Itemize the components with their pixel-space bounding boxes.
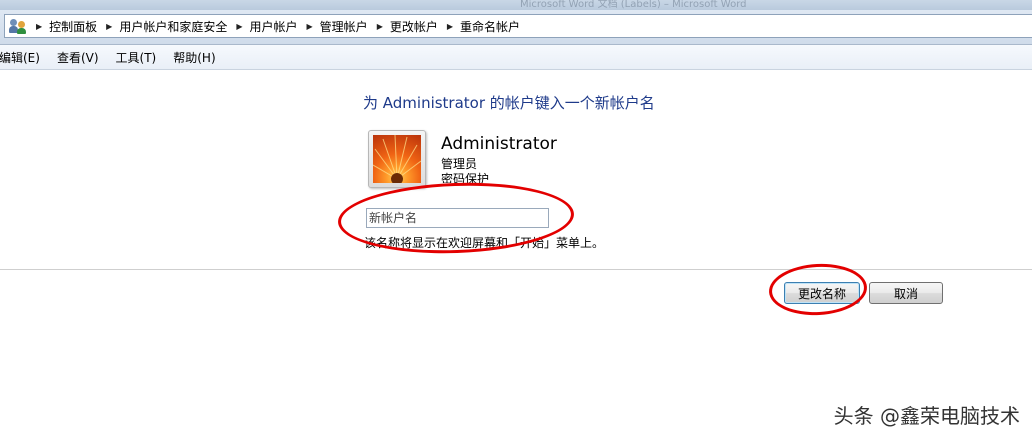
orange-flower-picture <box>373 135 421 183</box>
address-bar: ▶ 控制面板 ▶ 用户帐户和家庭安全 ▶ 用户帐户 ▶ 管理帐户 ▶ 更改帐户 … <box>0 10 1032 45</box>
account-name: Administrator <box>441 134 557 154</box>
breadcrumb[interactable]: ▶ 控制面板 ▶ 用户帐户和家庭安全 ▶ 用户帐户 ▶ 管理帐户 ▶ 更改帐户 … <box>4 14 1032 38</box>
breadcrumb-item-rename-account[interactable]: ▶ 重命名帐户 <box>438 18 520 35</box>
page-title: 为 Administrator 的帐户键入一个新帐户名 <box>363 94 655 112</box>
menu-help[interactable]: 帮助(H) <box>173 49 215 66</box>
watermark: 头条 @鑫荣电脑技术 <box>833 404 1020 428</box>
account-password-status: 密码保护 <box>441 172 490 183</box>
chevron-right-icon[interactable]: ▶ <box>106 22 112 31</box>
chevron-right-icon[interactable]: ▶ <box>236 22 242 31</box>
breadcrumb-item-manage-accounts[interactable]: ▶ 管理帐户 <box>298 18 368 35</box>
chevron-right-icon[interactable]: ▶ <box>307 22 313 31</box>
menu-edit[interactable]: 编辑(E) <box>0 49 40 66</box>
window-title-bar: Microsoft Word 文档 (Labels) – Microsoft W… <box>0 0 1032 10</box>
account-picture <box>368 130 426 188</box>
menu-tools[interactable]: 工具(T) <box>116 49 157 66</box>
breadcrumb-item-control-panel[interactable]: ▶ 控制面板 <box>27 18 97 35</box>
chevron-right-icon[interactable]: ▶ <box>447 22 453 31</box>
breadcrumb-item-user-accounts[interactable]: ▶ 用户帐户 <box>227 18 297 35</box>
breadcrumb-item-user-accounts-family-safety[interactable]: ▶ 用户帐户和家庭安全 <box>97 18 227 35</box>
chevron-right-icon[interactable]: ▶ <box>377 22 383 31</box>
chevron-right-icon[interactable]: ▶ <box>36 22 42 31</box>
breadcrumb-item-change-account[interactable]: ▶ 更改帐户 <box>368 18 438 35</box>
cancel-button[interactable]: 取消 <box>869 282 943 304</box>
divider <box>0 269 1032 270</box>
user-accounts-icon <box>9 18 27 34</box>
window-title-ghost: Microsoft Word 文档 (Labels) – Microsoft W… <box>520 0 747 10</box>
menu-view[interactable]: 查看(V) <box>57 49 99 66</box>
menu-bar: 编辑(E) 查看(V) 工具(T) 帮助(H) <box>0 45 1032 70</box>
